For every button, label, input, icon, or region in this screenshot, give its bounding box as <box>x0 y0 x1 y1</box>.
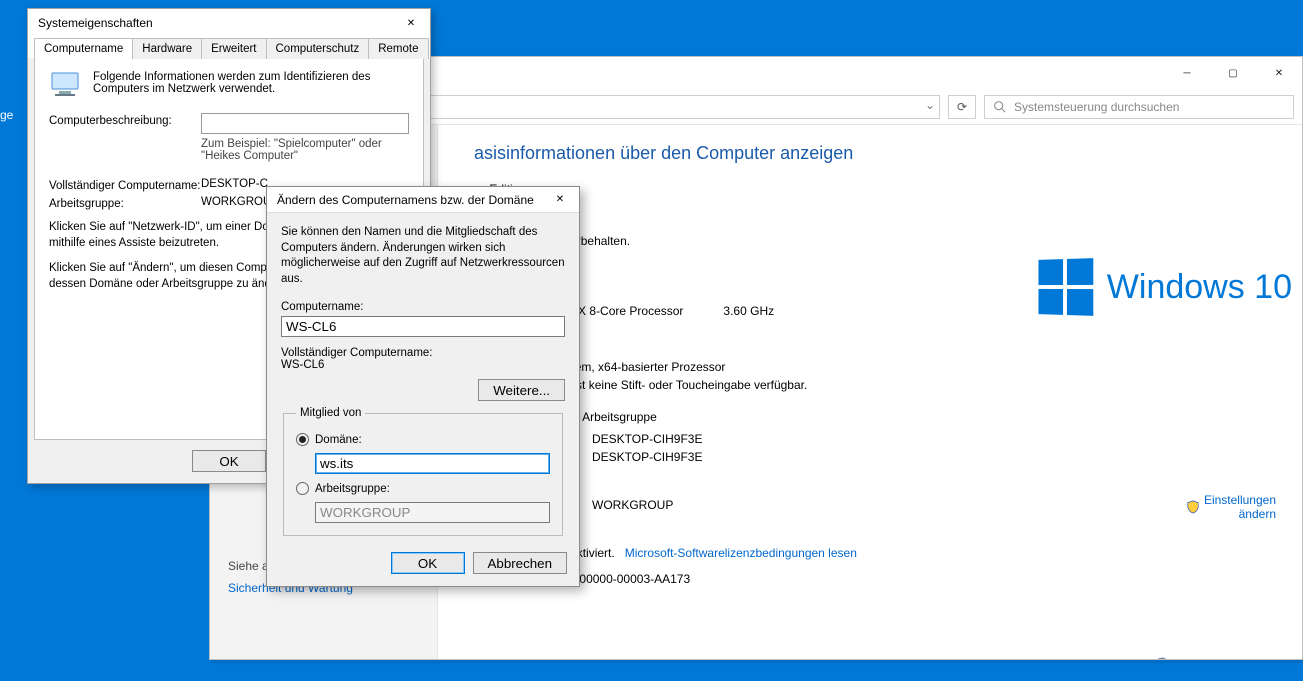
dialog-title: Ändern des Computernamens bzw. der Domän… <box>277 193 534 207</box>
maximize-button[interactable]: ▢ <box>1210 57 1256 89</box>
memberof-legend: Mitglied von <box>296 407 365 419</box>
tab-computername[interactable]: Computername <box>34 38 133 59</box>
edition-partial: — Edition <box>474 182 1276 196</box>
dropdown-icon[interactable]: ⌄ <box>925 98 935 112</box>
activate-windows-link[interactable]: Windows aktivieren <box>1155 657 1276 659</box>
dialog-titlebar[interactable]: Systemeigenschaften ✕ <box>28 9 430 37</box>
change-settings-link[interactable]: Einstellungenändern <box>1186 493 1276 521</box>
tab-strip: Computername Hardware Erweitert Computer… <box>28 37 430 58</box>
dialog-titlebar[interactable]: Ändern des Computernamens bzw. der Domän… <box>267 187 579 213</box>
dialog-title: Systemeigenschaften <box>38 16 153 30</box>
refresh-button[interactable]: ⟳ <box>948 95 976 119</box>
cancel-button[interactable]: Abbrechen <box>473 552 567 574</box>
workgroup-label: Arbeitsgruppe: <box>49 196 201 210</box>
domain-label: Domäne: <box>315 434 362 446</box>
workgroup-label: Arbeitsgruppe: <box>315 483 390 495</box>
tab-advanced[interactable]: Erweitert <box>201 38 266 59</box>
domain-input[interactable] <box>315 453 550 474</box>
tab-hardware[interactable]: Hardware <box>132 38 202 59</box>
minimize-button[interactable]: ─ <box>1164 57 1210 89</box>
computername-input[interactable] <box>281 316 565 337</box>
license-terms-link[interactable]: Microsoft-Softwarelizenzbedingungen lese… <box>625 546 857 560</box>
computer-icon <box>49 71 83 99</box>
more-button[interactable]: Weitere... <box>478 379 565 401</box>
shield-icon <box>1186 500 1200 514</box>
description-hint: Zum Beispiel: "Spielcomputer" oder "Heik… <box>201 138 409 162</box>
page-title: asisinformationen über den Computer anze… <box>474 143 1276 164</box>
fullname-value: WS-CL6 <box>281 359 565 371</box>
close-button[interactable]: ✕ <box>1256 57 1302 89</box>
processor-speed: 3.60 GHz <box>723 304 774 318</box>
fullname-value: DESKTOP-C <box>201 178 268 190</box>
description-input[interactable] <box>201 113 409 134</box>
intro-text: Sie können den Namen und die Mitgliedsch… <box>281 225 565 287</box>
computer-name: DESKTOP-CIH9F3E <box>592 432 702 446</box>
ok-button[interactable]: OK <box>192 450 266 472</box>
workgroup-value: WORKGROUP <box>592 498 673 512</box>
computername-label: Computername: <box>281 301 565 313</box>
radio-domain[interactable]: Domäne: <box>296 433 550 446</box>
memberof-group: Mitglied von Domäne: Arbeitsgruppe: <box>283 407 563 536</box>
close-button[interactable]: ✕ <box>396 12 426 34</box>
close-button[interactable]: ✕ <box>545 189 575 211</box>
search-placeholder: Systemsteuerung durchsuchen <box>1014 100 1179 114</box>
fullname-label: Vollständiger Computername: <box>281 347 565 359</box>
windows10-logo: Windows 10 <box>1037 259 1292 315</box>
ok-button[interactable]: OK <box>391 552 465 574</box>
section-domain: amen, Domäne und Arbeitsgruppe <box>474 410 1276 424</box>
tab-remote[interactable]: Remote <box>368 38 428 59</box>
desktop-fragment: ge <box>0 108 13 122</box>
copyright-partial: tion. Alle Rechte vorbehalten. <box>474 234 1276 248</box>
tab-protection[interactable]: Computerschutz <box>266 38 370 59</box>
intro-text: Folgende Informationen werden zum Identi… <box>93 71 409 99</box>
workgroup-value: WORKGROU <box>201 196 271 208</box>
radio-workgroup[interactable]: Arbeitsgruppe: <box>296 482 550 495</box>
search-icon <box>993 100 1006 113</box>
change-domain-dialog: Ändern des Computernamens bzw. der Domän… <box>266 186 580 587</box>
fullname-label: Vollständiger Computername: <box>49 178 201 192</box>
search-box[interactable]: Systemsteuerung durchsuchen <box>984 95 1294 119</box>
description-label: Computerbeschreibung: <box>49 113 201 127</box>
workgroup-input <box>315 502 550 523</box>
shield-icon <box>1155 657 1169 659</box>
radio-icon <box>296 433 309 446</box>
full-computer-name: DESKTOP-CIH9F3E <box>592 450 702 464</box>
windows10-text: Windows 10 <box>1107 268 1292 307</box>
radio-icon <box>296 482 309 495</box>
